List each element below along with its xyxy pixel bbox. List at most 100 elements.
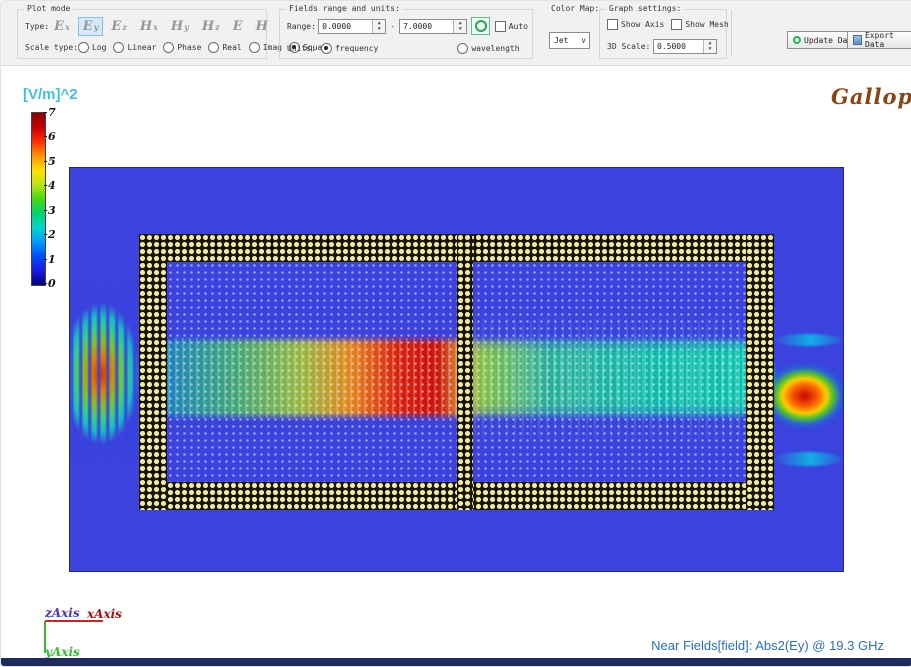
type-hy-sub: y xyxy=(184,22,189,32)
show-axis-label: Show Axis xyxy=(621,20,664,29)
range-min-input[interactable]: 0.0000▲▼ xyxy=(318,19,386,34)
colorbar-tick: 0 xyxy=(48,277,56,290)
field-plot[interactable] xyxy=(69,167,844,572)
radio-linear-icon xyxy=(113,42,124,53)
scale3d-input[interactable]: 0.5000▲▼ xyxy=(653,39,717,54)
type-hx-sub: x xyxy=(153,22,158,32)
type-ex-button[interactable]: Ex xyxy=(49,17,75,36)
type-ex-base: E xyxy=(54,19,64,34)
radio-phase[interactable]: Phase xyxy=(163,42,201,53)
export-data-label: Export Data xyxy=(865,31,906,49)
scale3d-down-icon[interactable]: ▼ xyxy=(704,46,716,53)
type-h-button[interactable]: H xyxy=(251,17,273,36)
radio-log-icon xyxy=(78,42,89,53)
type-ey-base: E xyxy=(83,19,93,34)
type-hy-base: H xyxy=(171,19,183,34)
radio-frequency-label: frequency xyxy=(335,44,378,53)
type-ez-base: E xyxy=(111,19,121,34)
range-max-input[interactable]: 7.0000▲▼ xyxy=(399,19,467,34)
type-e-button[interactable]: E xyxy=(228,17,248,36)
type-label: Type: xyxy=(25,22,49,31)
radio-linear[interactable]: Linear xyxy=(113,42,156,53)
colorbar-tick: 2 xyxy=(48,228,56,241)
radio-frequency[interactable]: frequency xyxy=(321,43,378,54)
chevron-down-icon: ∨ xyxy=(581,36,586,45)
type-ey-button[interactable]: Ey xyxy=(78,17,104,36)
refresh-icon xyxy=(475,20,487,32)
app-window: Plot mode Type: Ex Ey Ez Hx Hy Hz E H Sc… xyxy=(0,0,911,667)
z-axis-label: zAxis xyxy=(45,606,80,620)
range-max-down-icon[interactable]: ▼ xyxy=(454,26,466,33)
plot-mode-group-label: Plot mode xyxy=(24,4,73,13)
output-streak-bottom xyxy=(772,452,842,466)
range-label: Range: xyxy=(287,22,318,31)
type-ex-sub: x xyxy=(65,22,70,32)
radio-phase-icon xyxy=(163,42,174,53)
input-wave-pattern xyxy=(70,286,140,458)
range-min-down-icon[interactable]: ▼ xyxy=(373,26,385,33)
colorbar-tick: 6 xyxy=(48,130,56,143)
output-streak-top xyxy=(772,334,842,346)
radio-real-icon xyxy=(208,42,219,53)
color-map-select[interactable]: Jet ∨ xyxy=(549,32,590,49)
type-hx-button[interactable]: Hx xyxy=(135,17,163,36)
toolbar-separator xyxy=(731,10,732,56)
type-hy-button[interactable]: Hy xyxy=(166,17,194,36)
type-hz-button[interactable]: Hz xyxy=(197,17,225,36)
colorbar-tick: 7 xyxy=(48,106,56,119)
plot-canvas-area: [V/m]^2 7 6 5 4 3 2 1 0 Gallop xyxy=(1,66,911,658)
type-ey-sub: y xyxy=(94,22,99,32)
auto-label: Auto xyxy=(509,22,528,31)
radio-log[interactable]: Log xyxy=(78,42,106,53)
auto-checkbox-icon xyxy=(495,21,506,32)
radio-imag[interactable]: Imag xyxy=(249,42,282,53)
show-mesh-checkbox[interactable]: Show Mesh xyxy=(671,19,728,30)
scale3d-label: 3D Scale: xyxy=(607,42,653,51)
type-hz-base: H xyxy=(202,19,214,34)
color-map-group: Color Map: Jet∨ xyxy=(541,9,595,59)
mesh-band-right xyxy=(746,234,774,510)
update-icon xyxy=(793,36,801,44)
units-label: Units: xyxy=(287,44,321,53)
radio-real-label: Real xyxy=(222,43,241,52)
colorbar-unit-label: [V/m]^2 xyxy=(23,86,78,103)
radio-wavelength[interactable]: wavelength xyxy=(457,43,519,54)
show-mesh-checkbox-icon xyxy=(671,19,682,30)
export-data-button[interactable]: Export Data xyxy=(847,31,911,49)
radio-imag-icon xyxy=(249,42,260,53)
radio-phase-label: Phase xyxy=(177,43,201,52)
fields-range-group-label: Fields range and units: xyxy=(286,4,403,13)
radio-log-label: Log xyxy=(92,43,106,52)
radio-real[interactable]: Real xyxy=(208,42,241,53)
output-beam xyxy=(774,354,842,438)
export-icon xyxy=(853,35,862,45)
gallop-logo: Gallop xyxy=(831,84,911,109)
type-hx-base: H xyxy=(140,19,152,34)
radio-wavelength-label: wavelength xyxy=(471,44,519,53)
graph-settings-group-label: Graph settings: xyxy=(606,4,684,13)
show-axis-checkbox-icon xyxy=(607,19,618,30)
plot-mode-group: Plot mode Type: Ex Ey Ez Hx Hy Hz E H Sc… xyxy=(17,9,267,59)
toolbar: Plot mode Type: Ex Ey Ez Hx Hy Hz E H Sc… xyxy=(1,1,911,66)
mesh-septum xyxy=(457,234,473,510)
type-e-base: E xyxy=(233,19,243,34)
colorbar-tick: 3 xyxy=(48,204,56,217)
y-axis-label: yAxis xyxy=(45,645,80,659)
colorbar-tick: 5 xyxy=(48,155,56,168)
color-map-value: Jet xyxy=(554,36,568,45)
type-hz-sub: z xyxy=(215,22,220,32)
radio-linear-label: Linear xyxy=(127,43,156,52)
type-ez-button[interactable]: Ez xyxy=(106,17,131,36)
mesh-overlay xyxy=(139,234,774,510)
radio-frequency-icon xyxy=(321,43,332,54)
refresh-range-button[interactable] xyxy=(471,17,489,35)
x-axis-line xyxy=(45,620,103,622)
type-h-base: H xyxy=(256,19,268,34)
type-ez-sub: z xyxy=(122,22,127,32)
show-axis-checkbox[interactable]: Show Axis xyxy=(607,19,664,30)
auto-checkbox[interactable]: Auto xyxy=(495,21,528,32)
colorbar-tick: 1 xyxy=(48,253,56,266)
range-dash: - xyxy=(390,22,395,31)
colorbar-tick: 4 xyxy=(48,179,56,192)
fields-range-group: Fields range and units: Range: 0.0000▲▼ … xyxy=(279,9,533,59)
